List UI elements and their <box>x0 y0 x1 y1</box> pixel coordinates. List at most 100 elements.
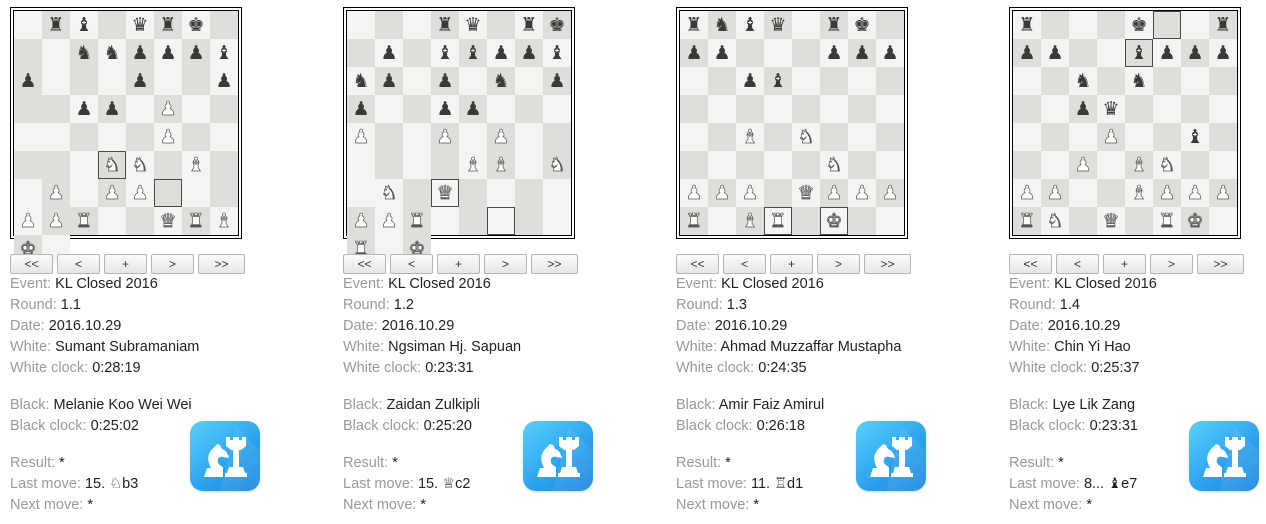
square-a8[interactable]: ♜ <box>680 11 708 39</box>
white-pawn-icon[interactable]: ♟ <box>881 183 899 203</box>
square-c6[interactable]: ♟ <box>736 67 764 95</box>
square-h7[interactable]: ♝ <box>543 39 571 67</box>
flip-board-button[interactable]: + <box>437 254 480 274</box>
square-NaN[interactable]: ♟ <box>14 67 42 95</box>
square-d8[interactable]: ♛ <box>764 11 792 39</box>
black-pawn-icon[interactable]: ♟ <box>464 99 481 119</box>
white-bishop-icon[interactable]: ♝ <box>1130 155 1148 175</box>
white-pawn-icon[interactable]: ♟ <box>159 99 177 119</box>
square-d4[interactable] <box>126 123 154 151</box>
square-g6[interactable]: ♟ <box>210 67 238 95</box>
chessboard[interactable]: ♜ ♝ ♛ ♜ ♚ ♞ ♞ ♟ ♟ ♟ ♝ ♟ ♟ ♟ ♟ ♟ ♟ ♟ ♞ ♞ ♝ ♟ ♟ ♟ ♟ ♟ ♜ ♛ ♜ ♝ ♚ <box>13 10 239 263</box>
black-bishop-icon[interactable]: ♝ <box>741 15 758 35</box>
square-h6[interactable] <box>14 95 42 123</box>
square-e7[interactable] <box>792 39 820 67</box>
white-bishop-icon[interactable]: ♝ <box>215 211 233 231</box>
square-f5[interactable] <box>820 95 848 123</box>
white-pawn-icon[interactable]: ♟ <box>380 211 398 231</box>
black-king-icon[interactable]: ♚ <box>853 15 870 35</box>
square-g2[interactable] <box>543 179 571 207</box>
black-pawn-icon[interactable]: ♟ <box>853 43 870 63</box>
square-a8[interactable] <box>347 11 375 39</box>
black-king-icon[interactable]: ♚ <box>1130 15 1147 35</box>
first-move-button[interactable]: << <box>10 254 53 274</box>
white-pawn-icon[interactable]: ♟ <box>492 127 510 147</box>
square-h1[interactable] <box>1209 207 1237 235</box>
black-bishop-icon[interactable]: ♝ <box>769 71 786 91</box>
square-b6[interactable] <box>70 67 98 95</box>
square-b2[interactable]: ♟ <box>1041 179 1069 207</box>
white-king-icon[interactable]: ♚ <box>1186 211 1204 231</box>
white-knight-icon[interactable]: ♞ <box>825 155 843 175</box>
square-d5[interactable] <box>764 95 792 123</box>
square-g1[interactable] <box>848 207 876 235</box>
square-h4[interactable] <box>1209 123 1237 151</box>
white-rook-icon[interactable]: ♜ <box>1018 211 1036 231</box>
white-knight-icon[interactable]: ♞ <box>131 155 149 175</box>
square-e2[interactable] <box>487 179 515 207</box>
square-f6[interactable]: ♞ <box>487 67 515 95</box>
white-queen-icon[interactable]: ♛ <box>797 183 815 203</box>
square-g1[interactable]: ♚ <box>1181 207 1209 235</box>
square-f7[interactable]: ♟ <box>487 39 515 67</box>
square-e7[interactable]: ♝ <box>1125 39 1153 67</box>
square-e8[interactable]: ♛ <box>459 11 487 39</box>
square-b7[interactable] <box>42 39 70 67</box>
white-pawn-icon[interactable]: ♟ <box>685 183 703 203</box>
square-g4[interactable] <box>848 123 876 151</box>
square-c8[interactable] <box>1069 11 1097 39</box>
square-f5[interactable] <box>1153 95 1181 123</box>
next-move-button[interactable]: > <box>817 254 860 274</box>
square-a1[interactable]: ♜ <box>1013 207 1041 235</box>
square-a5[interactable] <box>1013 95 1041 123</box>
white-bishop-icon[interactable]: ♝ <box>1130 183 1148 203</box>
square-b8[interactable] <box>375 11 403 39</box>
white-bishop-icon[interactable]: ♝ <box>741 211 759 231</box>
black-pawn-icon[interactable]: ♟ <box>159 43 176 63</box>
square-h3[interactable] <box>14 179 42 207</box>
square-h8[interactable] <box>210 11 238 39</box>
square-d7[interactable]: ♞ <box>98 39 126 67</box>
square-f1[interactable]: ♜ <box>1153 207 1181 235</box>
square-h8[interactable]: ♜ <box>1209 11 1237 39</box>
square-e5[interactable]: ♟ <box>154 95 182 123</box>
square-a5[interactable]: ♟ <box>347 95 375 123</box>
square-b2[interactable] <box>403 179 431 207</box>
white-bishop-icon[interactable]: ♝ <box>741 127 759 147</box>
square-e1[interactable] <box>1125 207 1153 235</box>
black-pawn-icon[interactable]: ♟ <box>380 43 397 63</box>
square-f8[interactable] <box>487 11 515 39</box>
black-pawn-icon[interactable]: ♟ <box>187 43 204 63</box>
black-pawn-icon[interactable]: ♟ <box>436 71 453 91</box>
square-h5[interactable] <box>1209 95 1237 123</box>
square-b5[interactable]: ♟ <box>70 95 98 123</box>
square-b8[interactable]: ♞ <box>708 11 736 39</box>
white-pawn-icon[interactable]: ♟ <box>47 211 65 231</box>
square-f5[interactable] <box>182 95 210 123</box>
square-a2[interactable]: ♟ <box>680 179 708 207</box>
square-g6[interactable] <box>515 67 543 95</box>
square-b2[interactable]: ♟ <box>98 179 126 207</box>
square-a4[interactable] <box>1013 123 1041 151</box>
black-bishop-icon[interactable]: ♝ <box>75 15 92 35</box>
square-h7[interactable]: ♟ <box>1209 39 1237 67</box>
square-h3[interactable] <box>347 179 375 207</box>
square-c7[interactable] <box>736 39 764 67</box>
white-pawn-icon[interactable]: ♟ <box>825 183 843 203</box>
square-d8[interactable] <box>98 11 126 39</box>
square-c1[interactable] <box>459 207 487 235</box>
black-knight-icon[interactable]: ♞ <box>103 43 120 63</box>
square-e3[interactable] <box>792 151 820 179</box>
square-c7[interactable] <box>403 39 431 67</box>
square-c7[interactable]: ♞ <box>70 39 98 67</box>
square-d6[interactable]: ♝ <box>764 67 792 95</box>
white-rook-icon[interactable]: ♜ <box>408 211 426 231</box>
square-d3[interactable]: ♞ <box>126 151 154 179</box>
square-d7[interactable] <box>764 39 792 67</box>
square-a1[interactable]: ♜ <box>680 207 708 235</box>
square-a7[interactable]: ♟ <box>1013 39 1041 67</box>
white-pawn-icon[interactable]: ♟ <box>1046 183 1064 203</box>
black-knight-icon[interactable]: ♞ <box>713 15 730 35</box>
white-knight-icon[interactable]: ♞ <box>103 155 121 175</box>
square-b3[interactable] <box>403 151 431 179</box>
